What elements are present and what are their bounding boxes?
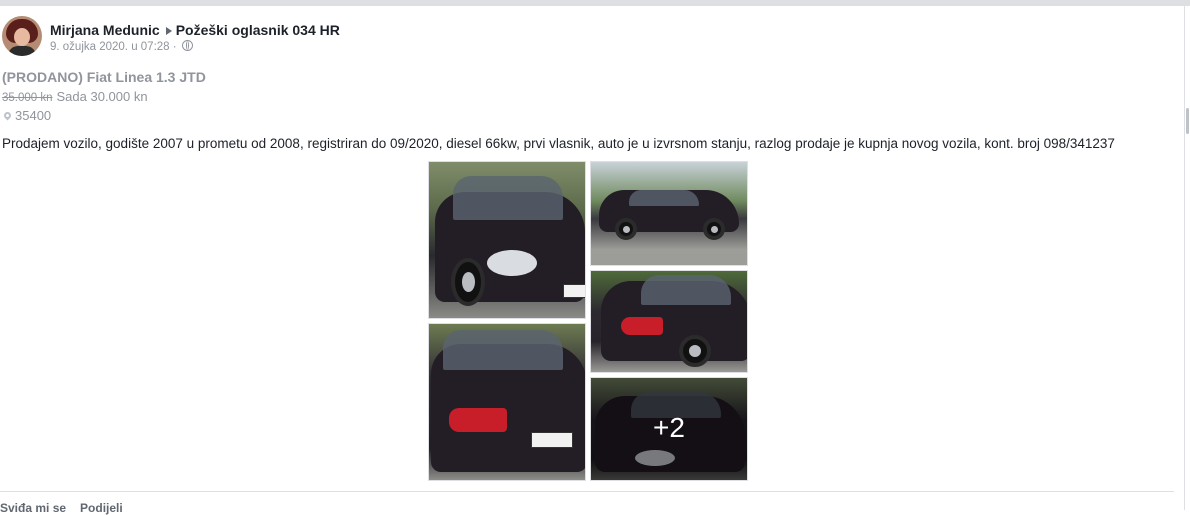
car-headlight-shape: [487, 250, 537, 276]
listing-title: (PRODANO) Fiat Linea 1.3 JTD: [2, 69, 206, 85]
car-photo-2[interactable]: [590, 161, 748, 266]
listing-price: 35.000 kn Sada 30.000 kn: [2, 89, 148, 104]
globe-icon: [181, 40, 193, 51]
post-meta: 9. ožujka 2020. u 07:28 ·: [50, 40, 193, 53]
group-name-link[interactable]: Požeški oglasnik 034 HR: [176, 22, 340, 38]
author-name-link[interactable]: Mirjana Medunic: [50, 22, 160, 38]
car-window-shape: [629, 190, 699, 206]
car-windshield-shape: [453, 176, 563, 220]
like-button[interactable]: Sviđa mi se: [0, 501, 66, 515]
car-photo-5[interactable]: +2: [590, 377, 748, 481]
right-border: [1184, 6, 1185, 510]
location-pin-icon: [2, 110, 13, 121]
listing-location: 35400: [2, 108, 51, 123]
car-taillight-shape: [621, 317, 663, 335]
car-wheel-shape: [451, 258, 485, 306]
top-border: [0, 0, 1190, 6]
scrollbar-thumb[interactable]: [1186, 108, 1189, 134]
post-timestamp-link[interactable]: 9. ožujka 2020. u 07:28 ·: [50, 41, 177, 53]
car-photo-3[interactable]: [590, 270, 748, 373]
avatar-shirt: [8, 46, 36, 56]
post-header: Mirjana Medunic Požeški oglasnik 034 HR: [50, 22, 340, 38]
car-photo-4[interactable]: [428, 323, 586, 481]
post-actions: Sviđa mi se Podijeli: [0, 501, 137, 515]
new-price: Sada 30.000 kn: [56, 89, 148, 104]
listing-description: Prodajem vozilo, godište 2007 u prometu …: [2, 136, 1115, 151]
car-taillight-shape: [449, 408, 507, 432]
car-wheel-shape: [703, 218, 725, 240]
avatar-face: [14, 28, 30, 46]
license-plate-shape: [531, 432, 573, 448]
car-wheel-shape: [679, 335, 711, 367]
car-window-shape: [641, 275, 731, 305]
share-button[interactable]: Podijeli: [80, 501, 123, 515]
author-avatar[interactable]: [2, 16, 42, 56]
actions-divider: [0, 491, 1174, 492]
triangle-right-icon: [165, 26, 172, 35]
more-photos-count[interactable]: +2: [591, 412, 747, 444]
car-rear-window-shape: [443, 330, 563, 370]
car-photo-1[interactable]: [428, 161, 586, 319]
location-code: 35400: [15, 108, 52, 123]
old-price: 35.000 kn: [2, 92, 53, 104]
license-plate-shape: [563, 284, 585, 298]
car-wheel-shape: [615, 218, 637, 240]
